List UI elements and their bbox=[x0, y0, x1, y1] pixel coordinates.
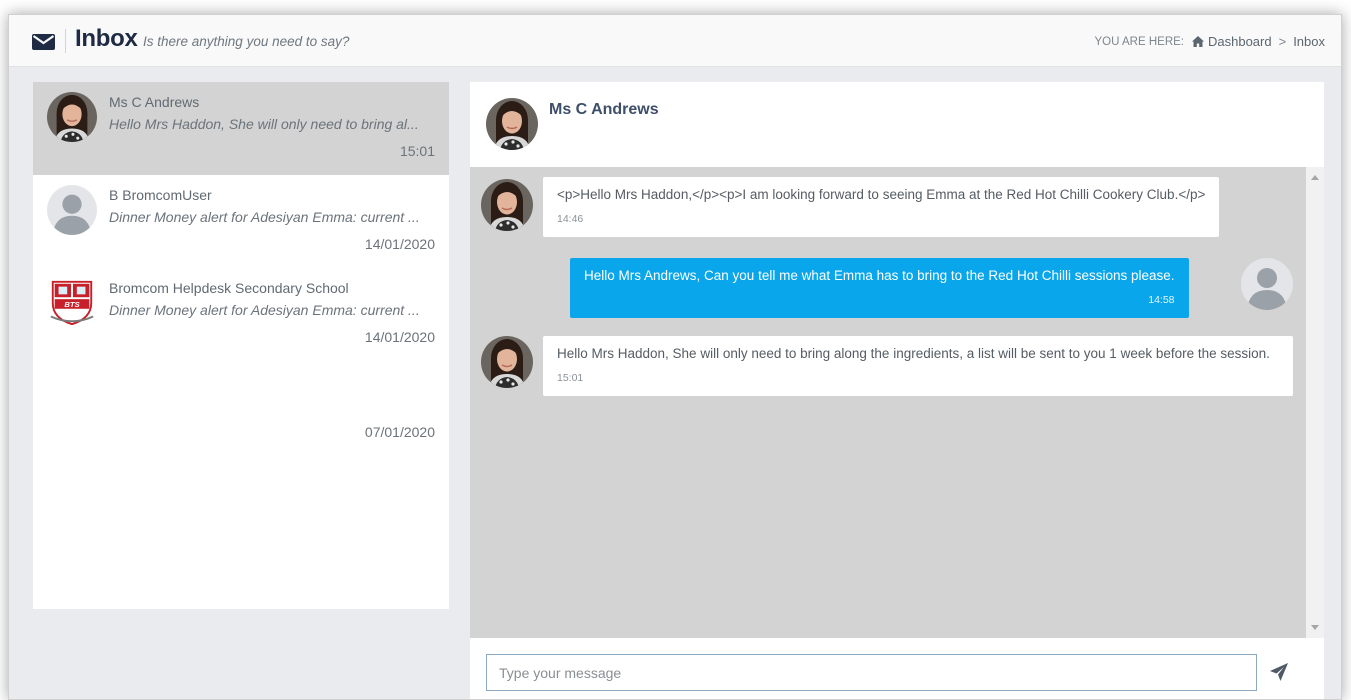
chat-contact-name: Ms C Andrews bbox=[549, 101, 659, 118]
conversation-name: Ms C Andrews bbox=[109, 94, 200, 110]
avatar bbox=[1241, 258, 1293, 310]
message-text: <p>Hello Mrs Haddon,</p><p>I am looking … bbox=[557, 187, 1206, 202]
conversation-item-b-bromcomuser[interactable]: B BromcomUser Dinner Money alert for Ade… bbox=[33, 175, 449, 268]
chat-header: Ms C Andrews bbox=[470, 82, 1324, 167]
inbox-window: Inbox Is there anything you need to say?… bbox=[8, 14, 1342, 700]
page-title: Inbox bbox=[75, 25, 138, 52]
school-logo-icon: BTS bbox=[47, 278, 97, 328]
message-thread[interactable]: <p>Hello Mrs Haddon,</p><p>I am looking … bbox=[470, 167, 1324, 638]
page-subtitle: Is there anything you need to say? bbox=[143, 34, 350, 49]
conversation-preview: Hello Mrs Haddon, She will only need to … bbox=[109, 116, 419, 132]
conversation-name: B BromcomUser bbox=[109, 187, 212, 203]
avatar bbox=[481, 336, 533, 388]
compose-bar bbox=[470, 638, 1324, 699]
page-header: Inbox Is there anything you need to say?… bbox=[9, 15, 1341, 67]
conversation-time-orphan: 07/01/2020 bbox=[364, 424, 435, 440]
conversation-name: Bromcom Helpdesk Secondary School bbox=[109, 280, 349, 296]
paper-plane-icon[interactable] bbox=[1268, 661, 1290, 683]
message-text: Hello Mrs Haddon, She will only need to … bbox=[557, 346, 1270, 361]
conversation-time: 14/01/2020 bbox=[364, 329, 435, 345]
conversation-item-ms-c-andrews[interactable]: Ms C Andrews Hello Mrs Haddon, She will … bbox=[33, 82, 449, 175]
message-sent: Hello Mrs Andrews, Can you tell me what … bbox=[570, 258, 1189, 318]
conversation-time: 15:01 bbox=[399, 143, 435, 159]
avatar bbox=[486, 98, 538, 150]
message-text: Hello Mrs Andrews, Can you tell me what … bbox=[584, 268, 1175, 283]
conversation-item-bromcom-helpdesk[interactable]: BTS Bromcom Helpdesk Secondary School Di… bbox=[33, 268, 449, 361]
conversation-preview: Dinner Money alert for Adesiyan Emma: cu… bbox=[109, 209, 420, 225]
school-logo-text: BTS bbox=[64, 300, 80, 309]
message-time: 14:46 bbox=[557, 213, 584, 225]
breadcrumb: YOU ARE HERE: Dashboard > Inbox bbox=[1095, 34, 1325, 49]
message-received: Hello Mrs Haddon, She will only need to … bbox=[543, 336, 1293, 396]
envelope-icon bbox=[32, 34, 55, 50]
scroll-down-arrow-icon[interactable] bbox=[1311, 625, 1319, 630]
avatar bbox=[47, 92, 97, 142]
header-divider bbox=[65, 29, 66, 53]
chat-panel: Ms C Andrews <p>Hello Mrs Haddon,</p><p>… bbox=[470, 82, 1324, 699]
message-time: 14:58 bbox=[1148, 294, 1175, 306]
avatar bbox=[47, 185, 97, 235]
thread-scrollbar[interactable] bbox=[1306, 167, 1324, 638]
message-time: 15:01 bbox=[557, 372, 584, 384]
conversation-list: Ms C Andrews Hello Mrs Haddon, She will … bbox=[33, 82, 449, 609]
home-icon bbox=[1191, 36, 1204, 47]
breadcrumb-current: Inbox bbox=[1293, 34, 1325, 49]
scroll-up-arrow-icon[interactable] bbox=[1311, 175, 1319, 180]
message-received: <p>Hello Mrs Haddon,</p><p>I am looking … bbox=[543, 177, 1220, 237]
conversation-preview: Dinner Money alert for Adesiyan Emma: cu… bbox=[109, 302, 420, 318]
breadcrumb-dashboard-link[interactable]: Dashboard bbox=[1208, 34, 1272, 49]
breadcrumb-label: YOU ARE HERE: bbox=[1094, 35, 1184, 48]
message-input[interactable] bbox=[486, 654, 1257, 691]
conversation-time: 14/01/2020 bbox=[364, 236, 435, 252]
avatar bbox=[481, 179, 533, 231]
breadcrumb-separator: > bbox=[1278, 34, 1287, 49]
